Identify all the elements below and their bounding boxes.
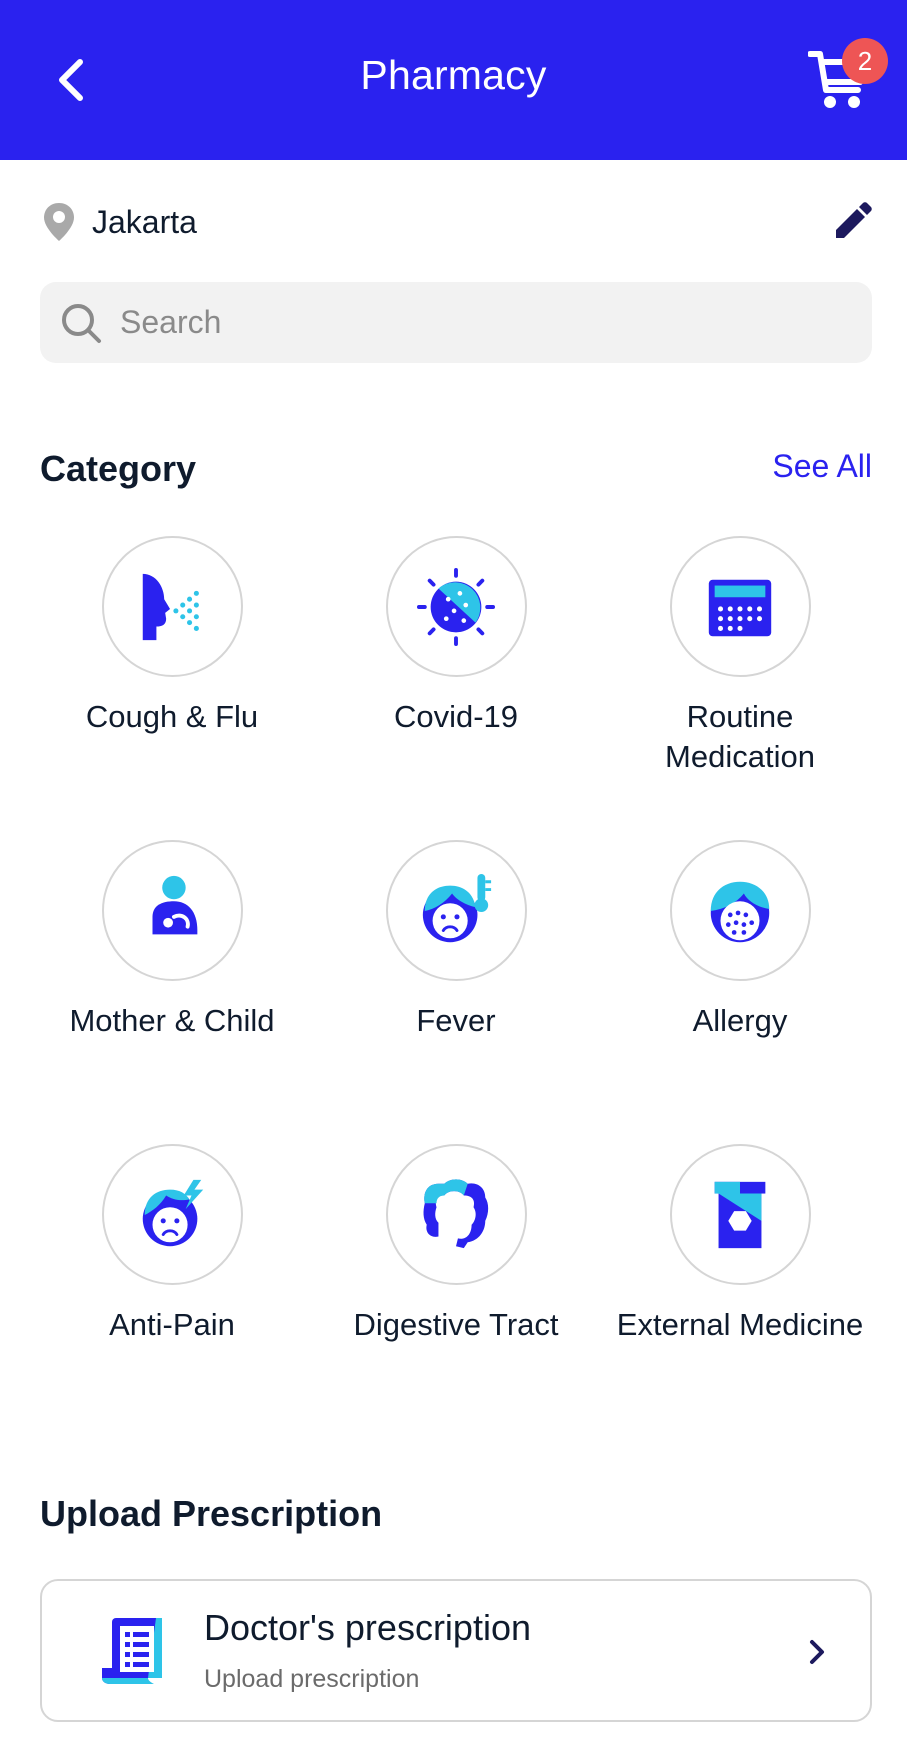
category-label: Covid-19 [393,699,519,734]
medicine-jar-icon [714,1181,766,1248]
prescription-icon [102,1618,162,1684]
mother-child-icon [152,875,198,934]
fever-icon [422,873,492,942]
app-header: Pharmacy 2 [0,0,907,160]
category-anti-pain[interactable]: Anti-Pain [42,1144,302,1345]
location-selector[interactable]: Jakarta [42,200,197,244]
virus-icon [417,567,495,646]
category-label: Digestive Tract [353,1307,559,1342]
category-mother-child[interactable]: Mother & Child [42,840,302,1041]
search-icon [62,303,101,343]
anti-pain-icon [142,1179,204,1246]
category-routine-medication[interactable]: Routine Medication [610,536,870,777]
digestive-tract-icon [423,1178,489,1248]
category-fever[interactable]: Fever [326,840,586,1041]
category-label: Fever [416,1003,496,1038]
category-covid-19[interactable]: Covid-19 [326,536,586,737]
category-label: Allergy [692,1003,788,1038]
allergy-icon [710,881,770,942]
category-label: External Medicine [616,1307,864,1342]
cough-flu-icon [142,573,199,640]
location-city: Jakarta [92,203,197,240]
cart-count-badge: 2 [842,38,888,84]
chevron-right-icon [810,1640,824,1664]
category-allergy[interactable]: Allergy [610,840,870,1041]
location-pin-icon [44,203,74,241]
category-heading: Category [40,448,197,489]
category-label: Cough & Flu [85,699,259,734]
search-bar[interactable] [40,282,872,363]
see-all-link[interactable]: See All [760,448,872,485]
category-digestive-tract[interactable]: Digestive Tract [326,1144,586,1345]
upload-card-title: Doctor's prescription [204,1607,531,1648]
category-cough-flu[interactable]: Cough & Flu [42,536,302,737]
pencil-icon[interactable] [832,200,872,242]
doctor-prescription-card[interactable]: Doctor's prescription Upload prescriptio… [40,1579,872,1722]
search-input[interactable] [120,304,800,341]
upload-card-subtitle: Upload prescription [204,1665,420,1693]
calendar-icon [708,579,772,636]
category-label: Mother & Child [69,1003,275,1038]
page-title: Pharmacy [360,52,547,98]
upload-prescription-heading: Upload Prescription [40,1493,383,1534]
category-label: Anti-Pain [109,1307,235,1342]
category-label: Routine Medication [665,699,815,774]
category-external-medicine[interactable]: External Medicine [610,1144,870,1345]
